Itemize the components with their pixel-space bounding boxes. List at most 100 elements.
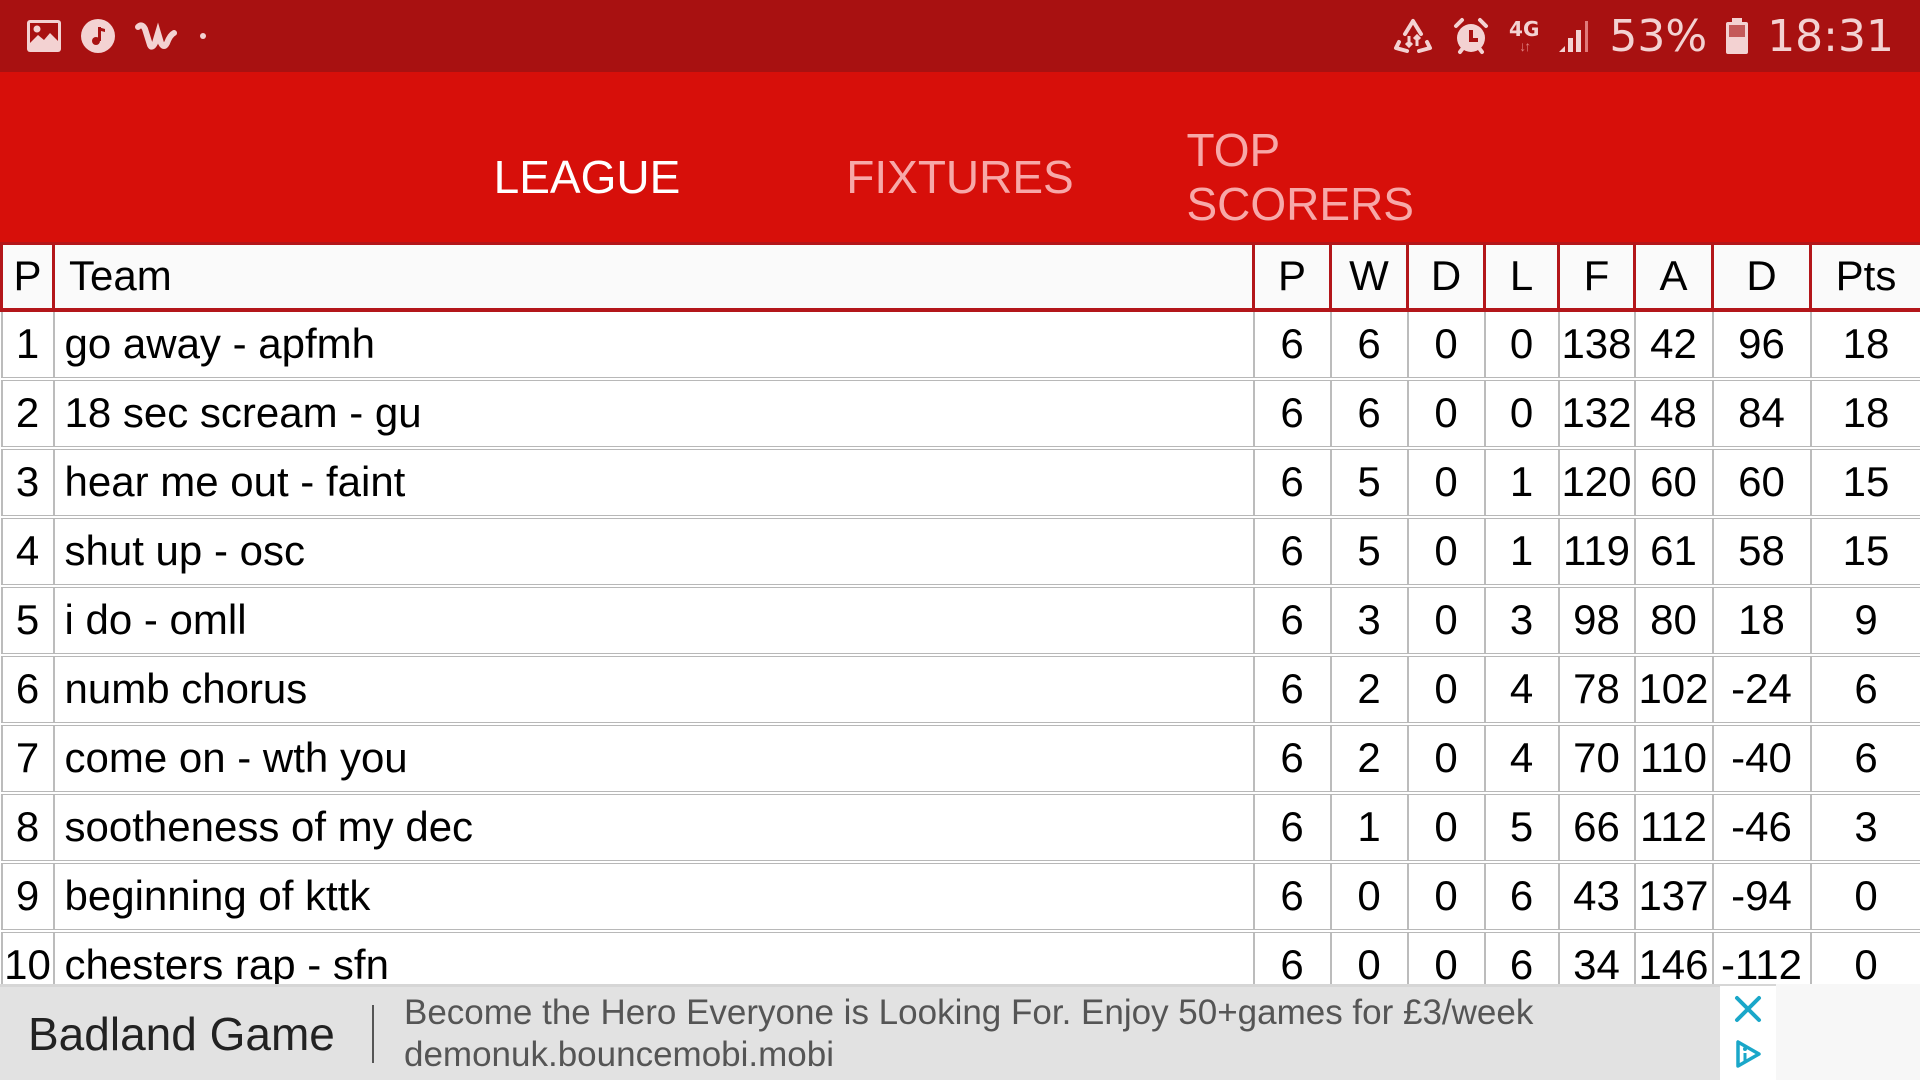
adchoices-icon[interactable] [1733,1039,1763,1074]
battery-icon [1725,17,1749,55]
cell-team: 18 sec scream - gu [52,377,1255,450]
cell-played: 6 [1252,722,1332,795]
app-bar: LEAGUE FIXTURES TOP SCORERS [0,72,1920,242]
header-position[interactable]: P [0,242,55,312]
cell-goals-for: 34 [1557,929,1636,984]
cell-goals-against: 42 [1633,308,1714,381]
cell-goals-against: 60 [1633,446,1714,519]
cell-goal-difference: 84 [1711,377,1812,450]
cell-lost: 6 [1483,929,1560,984]
ad-banner[interactable]: Badland Game Become the Hero Everyone is… [0,984,1776,1080]
cell-goals-against: 80 [1633,584,1714,657]
cell-won: 0 [1329,860,1409,933]
cell-points: 15 [1809,515,1920,588]
table-header-row: P Team P W D L F A D Pts [0,242,1920,312]
ad-url: demonuk.bouncemobi.mobi [404,1034,834,1074]
cell-lost: 0 [1483,377,1560,450]
cell-won: 6 [1329,308,1409,381]
cell-points: 18 [1809,308,1920,381]
data-saver-icon [1393,18,1433,54]
ad-actions [1720,985,1776,1080]
cell-goal-difference: 58 [1711,515,1812,588]
cell-lost: 0 [1483,308,1560,381]
cell-team: go away - apfmh [52,308,1255,381]
close-icon[interactable] [1733,994,1763,1029]
header-won[interactable]: W [1329,242,1409,312]
table-row[interactable]: 6 numb chorus 6 2 0 4 78 102 -24 6 [0,653,1920,726]
table-row[interactable]: 1 go away - apfmh 6 6 0 0 138 42 96 18 [0,308,1920,381]
cell-goal-difference: -46 [1711,791,1812,864]
cell-won: 5 [1329,446,1409,519]
table-row[interactable]: 9 beginning of kttk 6 0 0 6 43 137 -94 0 [0,860,1920,933]
cell-lost: 3 [1483,584,1560,657]
cell-position: 8 [0,791,55,864]
tab-league[interactable]: LEAGUE [401,132,774,222]
signal-icon [1557,18,1591,54]
cell-team: i do - omll [52,584,1255,657]
tab-top-scorers[interactable]: TOP SCORERS [1147,124,1520,230]
cell-goals-for: 120 [1557,446,1636,519]
table-row[interactable]: 5 i do - omll 6 3 0 3 98 80 18 9 [0,584,1920,657]
cell-lost: 5 [1483,791,1560,864]
cell-won: 2 [1329,653,1409,726]
status-right-icons: 4G ↓↑ 53% 18:31 [1393,11,1894,62]
table-row[interactable]: 7 come on - wth you 6 2 0 4 70 110 -40 6 [0,722,1920,795]
cell-team: sootheness of my dec [52,791,1255,864]
table-row[interactable]: 4 shut up - osc 6 5 0 1 119 61 58 15 [0,515,1920,588]
cell-goals-for: 138 [1557,308,1636,381]
cell-goal-difference: -24 [1711,653,1812,726]
cell-goal-difference: 96 [1711,308,1812,381]
cell-position: 7 [0,722,55,795]
cell-position: 10 [0,929,55,984]
header-points[interactable]: Pts [1809,242,1920,312]
table-body: 1 go away - apfmh 6 6 0 0 138 42 96 18 2… [0,308,1920,984]
cell-played: 6 [1252,308,1332,381]
cell-won: 1 [1329,791,1409,864]
cell-won: 2 [1329,722,1409,795]
cell-lost: 1 [1483,446,1560,519]
cell-lost: 1 [1483,515,1560,588]
ad-body[interactable]: Become the Hero Everyone is Looking For.… [404,992,1720,1076]
wish-app-icon [134,19,178,53]
status-left-icons [26,18,210,54]
cell-points: 6 [1809,653,1920,726]
cell-position: 9 [0,860,55,933]
battery-percent: 53% [1609,10,1708,62]
tab-bar: LEAGUE FIXTURES TOP SCORERS [0,124,1920,230]
cell-goals-against: 61 [1633,515,1714,588]
cell-goals-against: 48 [1633,377,1714,450]
cell-won: 5 [1329,515,1409,588]
header-played[interactable]: P [1252,242,1332,312]
cell-drawn: 0 [1406,929,1486,984]
header-team[interactable]: Team [52,242,1255,312]
cell-goals-for: 66 [1557,791,1636,864]
cell-points: 0 [1809,860,1920,933]
table-row[interactable]: 10 chesters rap - sfn 6 0 0 6 34 146 -11… [0,929,1920,984]
alarm-icon [1451,17,1491,55]
music-icon [80,18,116,54]
cell-position: 1 [0,308,55,381]
header-goal-difference[interactable]: D [1711,242,1812,312]
cell-position: 3 [0,446,55,519]
header-lost[interactable]: L [1483,242,1560,312]
cell-team: beginning of kttk [52,860,1255,933]
cell-position: 5 [0,584,55,657]
cell-played: 6 [1252,584,1332,657]
tab-fixtures[interactable]: FIXTURES [774,132,1147,222]
table-row[interactable]: 3 hear me out - faint 6 5 0 1 120 60 60 … [0,446,1920,519]
cell-won: 0 [1329,929,1409,984]
cell-won: 3 [1329,584,1409,657]
ad-title[interactable]: Badland Game [0,1007,362,1061]
cell-points: 18 [1809,377,1920,450]
cell-goals-against: 146 [1633,929,1714,984]
cell-played: 6 [1252,860,1332,933]
cell-played: 6 [1252,653,1332,726]
cell-lost: 4 [1483,653,1560,726]
table-row[interactable]: 8 sootheness of my dec 6 1 0 5 66 112 -4… [0,791,1920,864]
header-goals-against[interactable]: A [1633,242,1714,312]
header-drawn[interactable]: D [1406,242,1486,312]
header-goals-for[interactable]: F [1557,242,1636,312]
cell-position: 6 [0,653,55,726]
table-row[interactable]: 2 18 sec scream - gu 6 6 0 0 132 48 84 1… [0,377,1920,450]
league-table-container[interactable]: P Team P W D L F A D Pts 1 go away - apf… [0,242,1920,984]
